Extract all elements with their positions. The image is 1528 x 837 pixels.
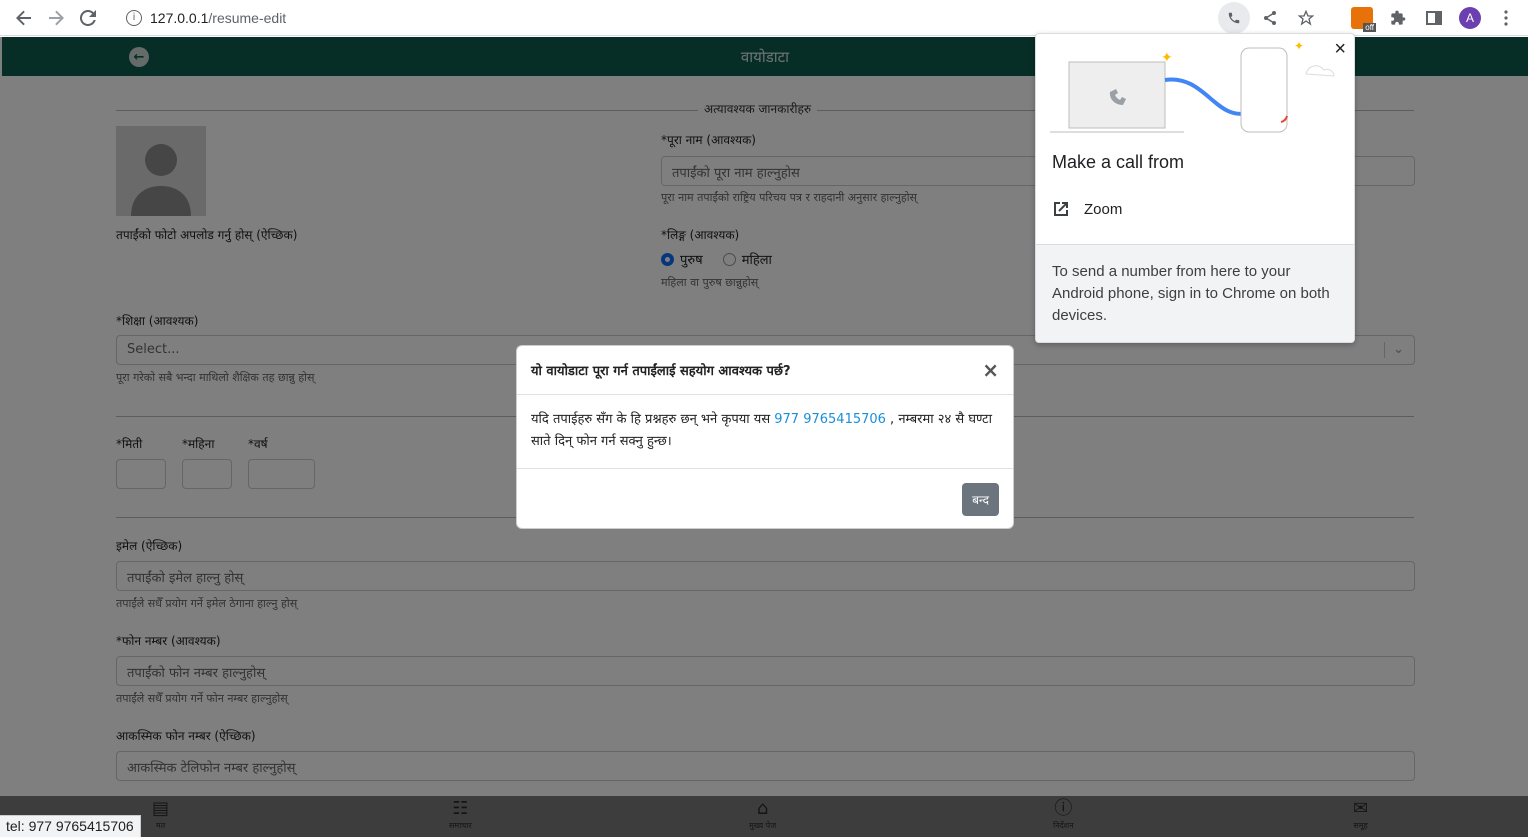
close-button[interactable]: बन्द xyxy=(962,482,999,516)
call-option-label: Zoom xyxy=(1084,200,1123,218)
call-illustration: ✦ ✦ xyxy=(1050,39,1335,133)
browser-toolbar: i 127.0.0.1/resume-edit off A xyxy=(0,0,1528,36)
back-arrow-icon[interactable] xyxy=(8,2,40,34)
svg-text:✦: ✦ xyxy=(1161,49,1173,65)
extension-badge-icon[interactable]: off xyxy=(1346,2,1378,34)
call-option-zoom[interactable]: Zoom xyxy=(1052,200,1122,218)
kebab-menu-icon[interactable] xyxy=(1490,2,1522,34)
ext-badge-text: off xyxy=(1363,22,1376,32)
forward-arrow-icon[interactable] xyxy=(40,2,72,34)
modal-body: यदि तपाईहरु सँग के हि प्रश्नहरु छन् भने … xyxy=(517,395,1013,469)
phone-icon[interactable] xyxy=(1218,1,1250,34)
avatar-letter: A xyxy=(1459,6,1481,29)
bookmark-star-icon[interactable] xyxy=(1290,2,1322,34)
phone-link[interactable]: 977 9765415706 xyxy=(774,412,886,427)
reload-icon[interactable] xyxy=(72,2,104,34)
open-external-icon xyxy=(1054,202,1068,216)
address-bar[interactable]: i 127.0.0.1/resume-edit xyxy=(112,9,1218,26)
url-path: /resume-edit xyxy=(208,9,287,26)
side-panel-icon[interactable] xyxy=(1418,2,1450,34)
profile-avatar[interactable]: A xyxy=(1454,2,1486,34)
puzzle-icon[interactable] xyxy=(1382,2,1414,34)
svg-text:✦: ✦ xyxy=(1294,39,1304,53)
close-icon[interactable]: × xyxy=(982,358,999,382)
modal-title: यो वायोडाटा पूरा गर्न तपाईंलाई सहयोग आवश… xyxy=(531,364,791,379)
close-icon[interactable]: × xyxy=(1334,38,1346,61)
help-modal: यो वायोडाटा पूरा गर्न तपाईंलाई सहयोग आवश… xyxy=(516,345,1014,529)
share-icon[interactable] xyxy=(1254,2,1286,34)
popup-title: Make a call from xyxy=(1052,152,1185,172)
url-host: 127.0.0.1 xyxy=(150,9,209,26)
modal-body-text: यदि तपाईहरु सँग के हि प्रश्नहरु छन् भने … xyxy=(531,412,775,427)
link-status-tooltip: tel: 977 9765415706 xyxy=(0,815,141,837)
popup-footer-text: To send a number from here to your Andro… xyxy=(1036,244,1354,342)
info-icon[interactable]: i xyxy=(126,9,142,26)
make-call-popup: ✦ ✦ × Make a call from Zoom To send a nu… xyxy=(1035,33,1355,343)
